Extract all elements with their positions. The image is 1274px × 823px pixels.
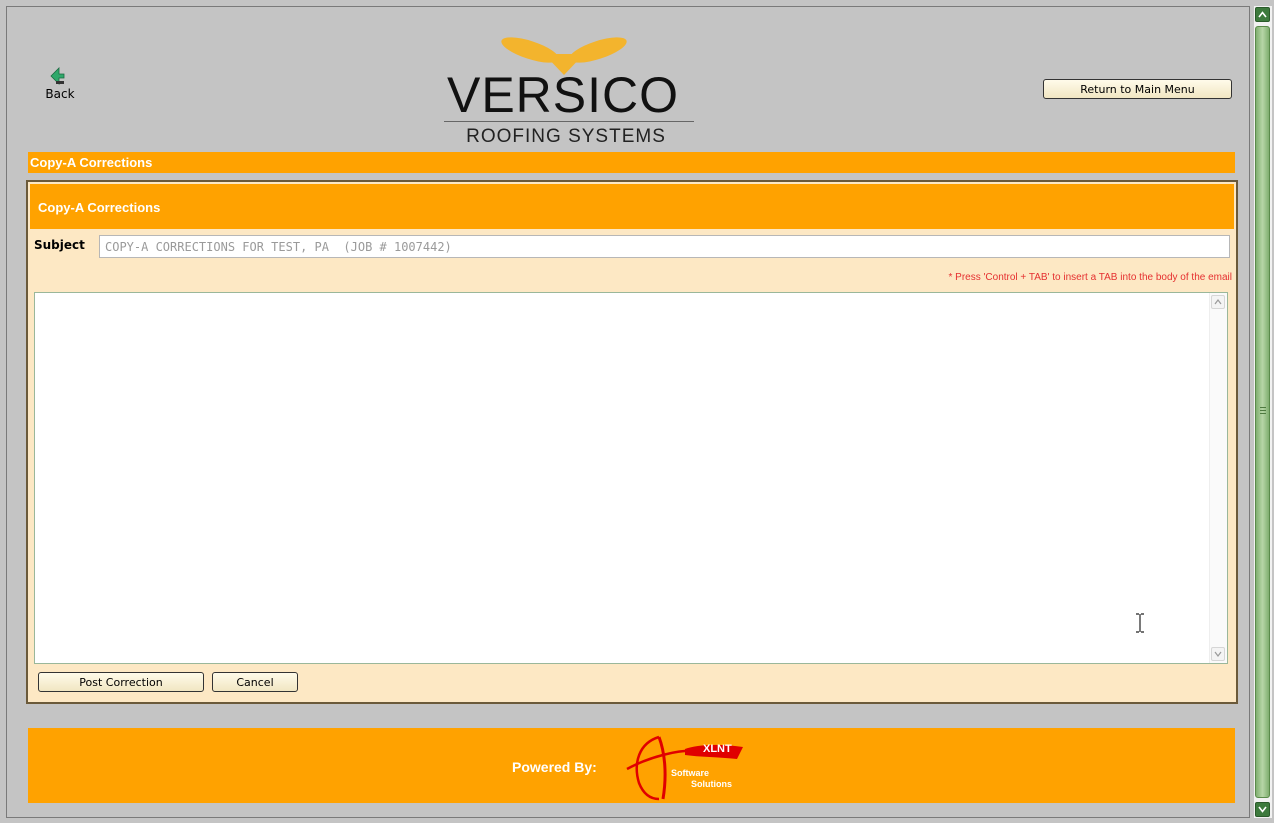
correction-form-panel: Copy-A Corrections Subject * Press 'Cont… <box>26 180 1238 704</box>
window-scroll-up-button[interactable] <box>1255 7 1270 22</box>
scroll-grip-icon <box>1260 407 1266 415</box>
email-body-textarea[interactable] <box>34 292 1228 664</box>
xlnt-logo: XLNT Software Solutions <box>619 733 759 801</box>
powered-by-label: Powered By: <box>512 759 597 775</box>
logo-divider <box>444 121 694 122</box>
xlnt-wordmark: XLNT <box>703 743 732 755</box>
tab-hint-text: * Press 'Control + TAB' to insert a TAB … <box>948 272 1233 283</box>
body-scroll-up-button[interactable] <box>1211 295 1225 309</box>
back-label: Back <box>45 87 75 101</box>
subject-input[interactable] <box>99 235 1230 258</box>
return-main-menu-button[interactable]: Return to Main Menu <box>1043 79 1232 99</box>
back-arrow-icon <box>50 67 65 85</box>
logo-tagline: ROOFING SYSTEMS <box>466 126 666 147</box>
window-scroll-thumb[interactable] <box>1255 26 1270 798</box>
ibeam-cursor-icon <box>1136 613 1144 633</box>
page-title-bar: Copy-A Corrections <box>28 152 1235 173</box>
xlnt-logo-mark <box>626 735 743 801</box>
window-scrollbar[interactable] <box>1254 6 1272 818</box>
body-scrollbar[interactable] <box>1209 293 1227 663</box>
cancel-button[interactable]: Cancel <box>212 672 298 692</box>
post-correction-button[interactable]: Post Correction <box>38 672 204 692</box>
body-scroll-down-button[interactable] <box>1211 647 1225 661</box>
footer-banner: Powered By: XLNT Software Solutions <box>28 728 1235 803</box>
xlnt-software-text: Software <box>671 768 710 778</box>
page-title: Copy-A Corrections <box>30 155 153 170</box>
subject-label: Subject <box>34 238 85 252</box>
scroll-up-icon <box>1258 11 1267 18</box>
window-scroll-down-button[interactable] <box>1255 802 1270 817</box>
scroll-down-icon <box>1258 806 1267 813</box>
xlnt-solutions-text: Solutions <box>691 779 732 789</box>
versico-logo: VERSICO ROOFING SYSTEMS <box>432 30 697 148</box>
scroll-up-icon <box>1214 299 1222 305</box>
scroll-down-icon <box>1214 651 1222 657</box>
panel-header: Copy-A Corrections <box>30 184 1234 229</box>
back-button[interactable]: Back <box>40 66 80 116</box>
logo-wordmark: VERSICO <box>446 67 680 123</box>
panel-title: Copy-A Corrections <box>38 200 161 215</box>
